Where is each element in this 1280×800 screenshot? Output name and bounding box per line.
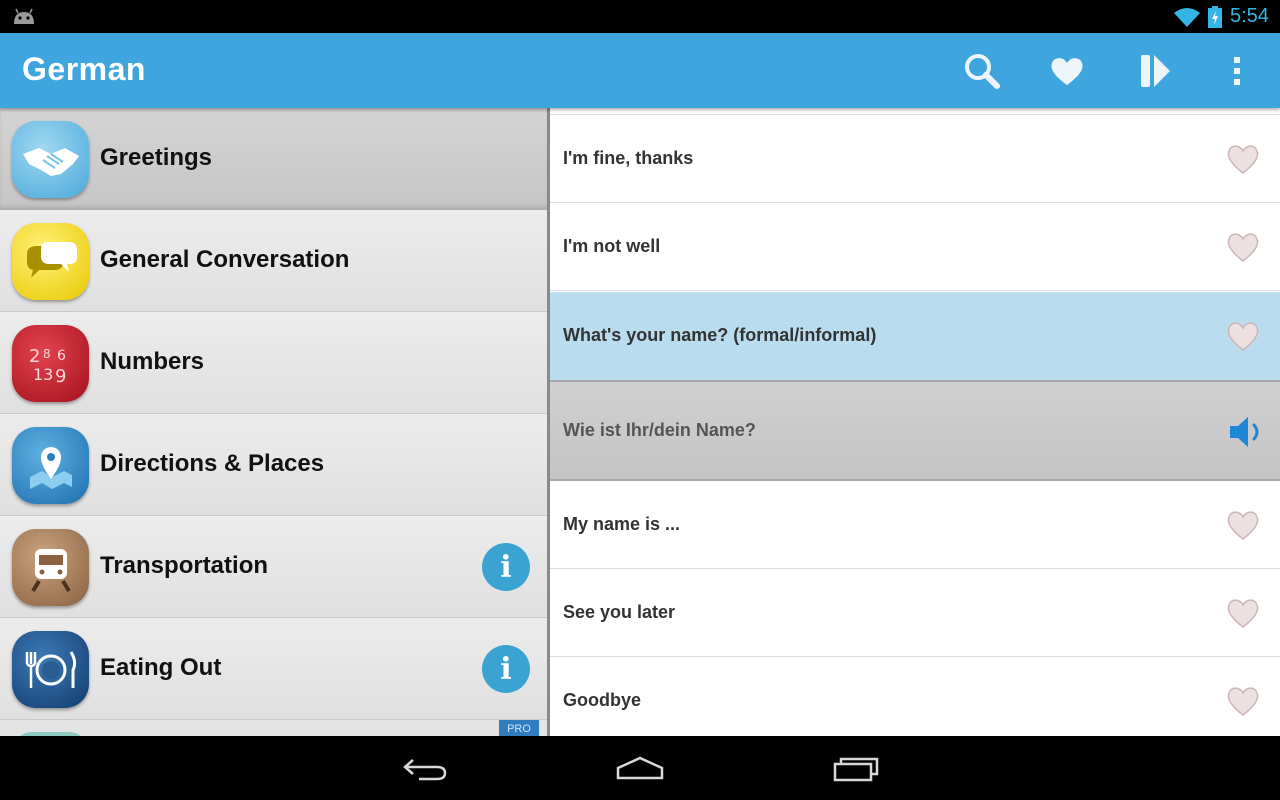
svg-text:8: 8 (43, 347, 51, 361)
recent-apps-icon (833, 757, 879, 782)
category-general-conversation[interactable]: General Conversation (0, 210, 548, 312)
category-label: Numbers (100, 348, 205, 375)
phrase-row[interactable]: See you later (550, 569, 1280, 657)
battery-charging-icon (1208, 6, 1222, 28)
svg-text:2: 2 (29, 346, 40, 367)
category-greetings[interactable]: Greetings (0, 108, 548, 210)
back-button[interactable] (394, 750, 454, 786)
speech-bubbles-icon (12, 223, 89, 300)
category-label: Eating Out (100, 654, 222, 681)
wifi-icon (1174, 8, 1200, 27)
category-transportation[interactable]: Transportation i (0, 516, 548, 618)
favorite-heart-icon[interactable] (1226, 597, 1260, 629)
map-pin-icon (12, 427, 89, 504)
action-bar: German (0, 33, 1280, 108)
favorite-heart-icon[interactable] (1226, 231, 1260, 263)
svg-text:9: 9 (55, 366, 66, 387)
back-icon (403, 759, 447, 781)
recent-apps-button[interactable] (826, 750, 886, 786)
phrase-row-selected[interactable]: What's your name? (formal/informal) (550, 292, 1280, 380)
phrase-text: See you later (563, 602, 676, 622)
translation-text: Wie ist Ihr/dein Name? (563, 420, 756, 440)
favorite-heart-icon[interactable] (1226, 143, 1260, 175)
phrase-text: I'm fine, thanks (563, 148, 694, 168)
phrase-row[interactable]: I'm fine, thanks (550, 115, 1280, 203)
app-title: German (22, 51, 146, 87)
overflow-menu-button[interactable] (1213, 47, 1261, 95)
plate-cutlery-icon (12, 631, 89, 708)
info-icon: i (500, 549, 512, 585)
clock: 5:54 (1230, 5, 1269, 27)
favorite-heart-icon[interactable] (1226, 685, 1260, 717)
svg-text:13: 13 (33, 365, 53, 384)
translation-row[interactable]: Wie ist Ihr/dein Name? (550, 380, 1280, 481)
info-icon: i (500, 651, 512, 687)
play-button[interactable] (1131, 47, 1179, 95)
pro-badge[interactable]: PRO (499, 720, 539, 736)
category-label: General Conversation (100, 246, 350, 273)
numbers-icon: 2 8 6 13 9 (12, 325, 89, 402)
heart-icon (1051, 58, 1083, 85)
phrase-row[interactable]: My name is ... (550, 481, 1280, 569)
speaker-icon[interactable] (1228, 414, 1266, 450)
category-eating-out[interactable]: Eating Out i (0, 618, 548, 720)
android-icon (14, 8, 34, 24)
phrase-row[interactable]: Goodbye (550, 657, 1280, 736)
svg-text:6: 6 (57, 348, 66, 364)
category-label: Transportation (100, 552, 269, 579)
search-button[interactable] (958, 47, 1006, 95)
navigation-bar (0, 736, 1280, 800)
info-button[interactable]: i (482, 645, 530, 693)
search-icon (965, 54, 1000, 89)
phrase-text: Goodbye (563, 690, 642, 710)
phrase-text: I'm not well (563, 236, 661, 256)
home-icon (616, 756, 664, 780)
category-label: Directions & Places (100, 450, 325, 477)
home-button[interactable] (610, 750, 670, 786)
category-numbers[interactable]: 2 8 6 13 9 Numbers (0, 312, 548, 414)
category-label: Greetings (100, 144, 213, 171)
info-button[interactable]: i (482, 543, 530, 591)
category-directions-places[interactable]: Directions & Places (0, 414, 548, 516)
handshake-icon (12, 121, 89, 198)
phrase-text: What's your name? (formal/informal) (563, 325, 877, 345)
category-list: Greetings General Conversation 2 8 6 13 … (0, 108, 548, 736)
favorites-button[interactable] (1043, 47, 1091, 95)
overflow-menu-icon (1234, 57, 1240, 85)
favorite-heart-icon[interactable] (1226, 509, 1260, 541)
favorite-heart-icon[interactable] (1226, 320, 1260, 352)
phrase-text: My name is ... (563, 514, 681, 534)
phrase-list: I'm fine, thanks I'm not well What's you… (550, 108, 1280, 736)
status-bar: 5:54 (0, 0, 1280, 33)
train-icon (12, 529, 89, 606)
phrase-row[interactable]: I'm not well (550, 203, 1280, 291)
play-icon (1141, 55, 1170, 87)
